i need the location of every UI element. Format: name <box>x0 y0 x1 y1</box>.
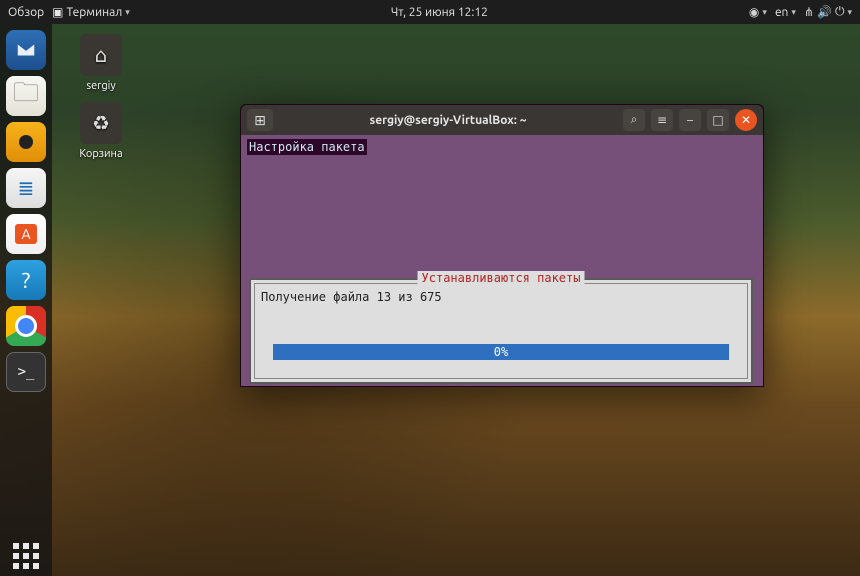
app-menu-label: Терминал <box>66 6 122 19</box>
chevron-down-icon: ▾ <box>847 7 852 18</box>
dock-thunderbird[interactable] <box>6 30 46 70</box>
desktop-icon-trash[interactable]: ♻ Корзина <box>66 102 136 160</box>
a11y-menu[interactable]: ◉ ▾ <box>749 5 767 19</box>
search-icon: ⌕ <box>631 113 638 127</box>
window-title: sergiy@sergiy-VirtualBox: ~ <box>279 114 617 127</box>
close-icon: ✕ <box>741 113 751 127</box>
system-menu[interactable]: ⋔ 🔊 ⏻ ▾ <box>804 5 852 19</box>
app-menu-button[interactable]: ▣ Терминал ▾ <box>52 5 130 19</box>
terminal-viewport[interactable]: Настройка пакета Устанавливаются пакеты … <box>241 135 763 386</box>
minimize-button[interactable]: – <box>679 109 701 131</box>
window-titlebar[interactable]: ⊞ sergiy@sergiy-VirtualBox: ~ ⌕ ≡ – □ ✕ <box>241 105 763 135</box>
chevron-down-icon: ▾ <box>125 7 130 18</box>
chevron-down-icon: ▾ <box>762 7 767 18</box>
activities-button[interactable]: Обзор <box>8 6 44 19</box>
menu-button[interactable]: ≡ <box>651 109 673 131</box>
lang-label: en <box>775 6 788 19</box>
dock: 🗀 ≣ A ? >_ <box>0 24 52 576</box>
desktop-icon-label: Корзина <box>66 148 136 160</box>
package-dialog: Устанавливаются пакеты Получение файла 1… <box>249 278 753 384</box>
accessibility-icon: ◉ <box>749 5 759 19</box>
close-button[interactable]: ✕ <box>735 109 757 131</box>
hamburger-icon: ≡ <box>657 113 667 127</box>
dock-rhythmbox[interactable] <box>6 122 46 162</box>
package-status-line: Получение файла 13 из 675 <box>261 290 442 304</box>
terminal-icon: ▣ <box>52 5 63 19</box>
lang-menu[interactable]: en ▾ <box>775 6 796 19</box>
dock-terminal[interactable]: >_ <box>6 352 46 392</box>
top-bar: Обзор ▣ Терминал ▾ Чт, 25 июня 12:12 ◉ ▾… <box>0 0 860 24</box>
search-button[interactable]: ⌕ <box>623 109 645 131</box>
dock-files[interactable]: 🗀 <box>6 76 46 116</box>
home-icon: ⌂ <box>80 34 122 76</box>
dock-software[interactable]: A <box>6 214 46 254</box>
config-header-text: Настройка пакета <box>247 139 367 155</box>
package-dialog-title: Устанавливаются пакеты <box>418 271 585 285</box>
progress-percent: 0% <box>251 344 751 360</box>
dock-writer[interactable]: ≣ <box>6 168 46 208</box>
terminal-window: ⊞ sergiy@sergiy-VirtualBox: ~ ⌕ ≡ – □ ✕ … <box>240 104 764 387</box>
desktop-icon-label: sergiy <box>66 80 136 92</box>
dock-help[interactable]: ? <box>6 260 46 300</box>
chevron-down-icon: ▾ <box>791 7 796 18</box>
new-tab-button[interactable]: ⊞ <box>247 109 273 131</box>
maximize-button[interactable]: □ <box>707 109 729 131</box>
show-applications-button[interactable] <box>6 536 46 576</box>
desktop[interactable]: ⌂ sergiy ♻ Корзина ⊞ sergiy@sergiy-Virtu… <box>52 24 860 576</box>
clock[interactable]: Чт, 25 июня 12:12 <box>130 6 749 19</box>
power-icon: ⏻ <box>835 5 845 19</box>
desktop-icon-home[interactable]: ⌂ sergiy <box>66 34 136 92</box>
volume-icon: 🔊 <box>817 5 832 19</box>
trash-icon: ♻ <box>80 102 122 144</box>
dock-chrome[interactable] <box>6 306 46 346</box>
network-icon: ⋔ <box>804 5 814 19</box>
